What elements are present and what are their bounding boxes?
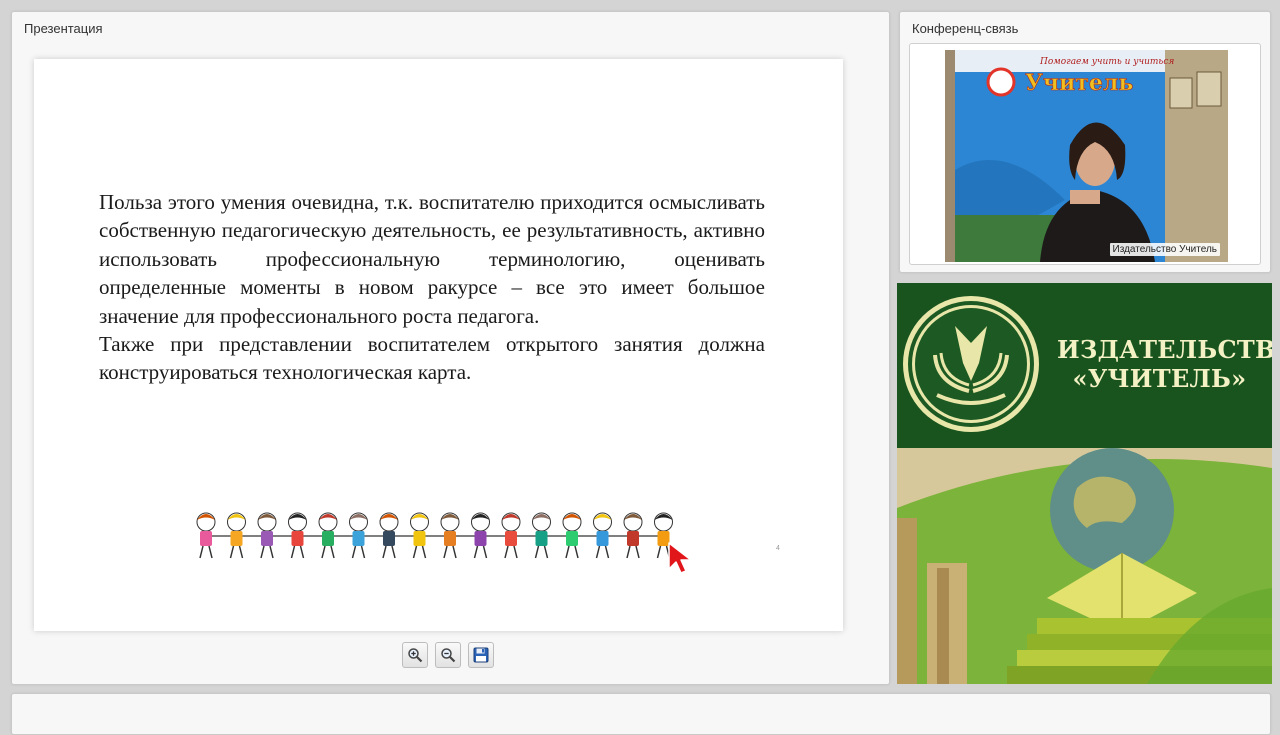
save-button[interactable] <box>468 642 494 668</box>
video-scene: Помогаем учить и учиться Учитель <box>945 50 1228 262</box>
conference-panel: Конференц-связь Помогаем учить и учиться… <box>899 11 1271 273</box>
child-figure <box>608 512 643 559</box>
child-figure <box>547 512 582 559</box>
slide-text: Польза этого умения очевидна, т.к. воспи… <box>99 188 765 387</box>
child-figure <box>364 512 399 559</box>
floppy-disk-icon <box>473 647 489 663</box>
zoom-out-button[interactable] <box>435 642 461 668</box>
presentation-slide: Польза этого умения очевидна, т.к. воспи… <box>34 59 843 631</box>
child-figure <box>212 512 246 559</box>
conference-title: Конференц-связь <box>912 21 1019 36</box>
publisher-banner: ИЗДАТЕЛЬСТВО «УЧИТЕЛЬ» <box>897 283 1272 684</box>
banner-books-image <box>897 448 1272 684</box>
publisher-name-line1: ИЗДАТЕЛЬСТВО <box>1057 335 1272 364</box>
participant-video[interactable]: Помогаем учить и учиться Учитель Издател… <box>945 50 1228 262</box>
bottom-panel <box>11 693 1271 735</box>
child-figure <box>517 512 551 559</box>
slide-paragraph: Также при представлении воспитателем отк… <box>99 332 765 385</box>
children-illustration <box>196 512 673 559</box>
child-figure <box>578 512 612 559</box>
participant-name-label: Издательство Учитель <box>1109 243 1220 256</box>
presentation-toolbar <box>402 642 494 668</box>
video-tagline: Помогаем учить и учиться <box>1039 57 1174 67</box>
publisher-name: ИЗДАТЕЛЬСТВО «УЧИТЕЛЬ» <box>1057 335 1272 393</box>
video-frame: Помогаем учить и учиться Учитель Издател… <box>909 43 1261 265</box>
presentation-title: Презентация <box>24 21 103 36</box>
presentation-panel: Презентация Польза этого умения очевидна… <box>11 11 890 685</box>
child-figure <box>486 512 521 559</box>
child-figure <box>273 512 307 559</box>
video-brand: Учитель <box>1025 70 1133 96</box>
mouse-cursor-icon <box>668 542 692 574</box>
child-figure <box>334 512 368 559</box>
child-figure <box>242 512 277 559</box>
child-figure <box>425 512 460 559</box>
books-globe-illustration <box>897 448 1272 684</box>
zoom-in-button[interactable] <box>402 642 428 668</box>
slide-page-marker: 4 <box>776 545 780 552</box>
publisher-logo-icon <box>903 296 1039 432</box>
child-figure <box>303 512 338 559</box>
publisher-name-line2: «УЧИТЕЛЬ» <box>1072 364 1247 393</box>
zoom-out-icon <box>441 648 456 663</box>
child-figure <box>395 512 429 559</box>
slide-paragraph: Польза этого умения очевидна, т.к. воспи… <box>99 190 765 328</box>
zoom-in-icon <box>408 648 423 663</box>
banner-header: ИЗДАТЕЛЬСТВО «УЧИТЕЛЬ» <box>897 283 1272 448</box>
child-figure <box>456 512 490 559</box>
